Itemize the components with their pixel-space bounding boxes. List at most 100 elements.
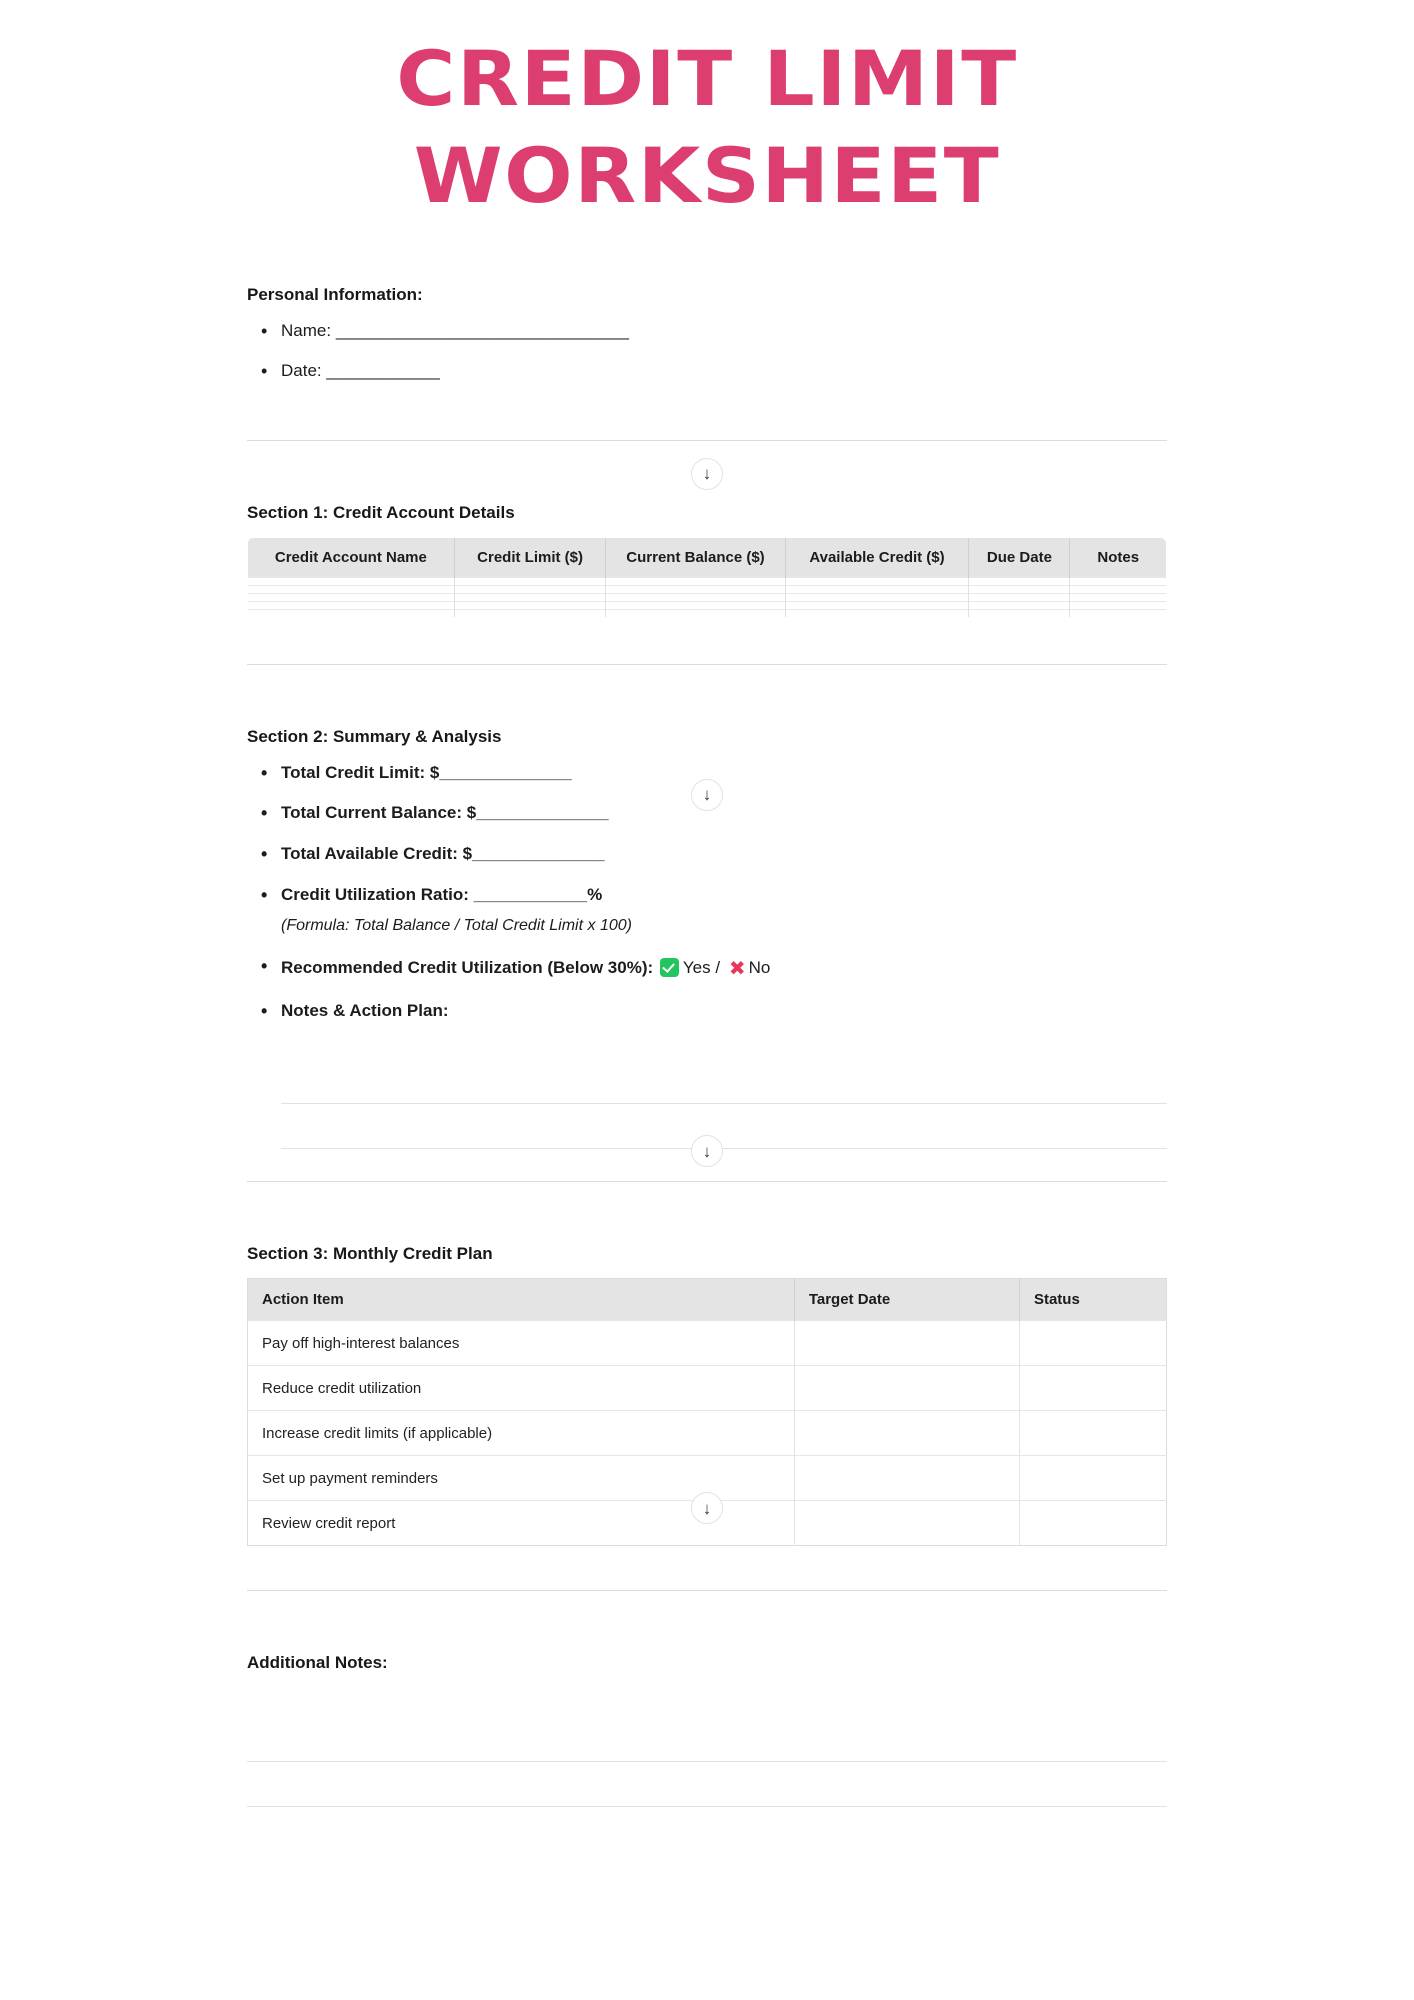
list-item-date: Date: ____________: [247, 358, 1167, 384]
personal-information-list: Name: _______________________________ Da…: [247, 318, 1167, 384]
cell-credit-account-name[interactable]: [248, 600, 455, 610]
cell-available-credit[interactable]: [785, 600, 970, 610]
write-line[interactable]: [247, 1717, 1167, 1763]
notes-action-plan-label: Notes & Action Plan:: [281, 1000, 449, 1020]
divider-line: [247, 1181, 1167, 1183]
cell-available-credit[interactable]: [785, 584, 970, 594]
column-header-action-item: Action Item: [247, 1278, 795, 1321]
scroll-down-arrow-icon-1[interactable]: ↓: [691, 457, 723, 490]
divider-four: [247, 1590, 1167, 1592]
cell-credit-limit[interactable]: [454, 584, 607, 594]
page-title: CREDIT LIMIT WORKSHEET: [396, 34, 1018, 221]
cell-current-balance[interactable]: [605, 576, 786, 586]
scroll-down-arrow-icon-3[interactable]: ↓: [691, 1135, 723, 1168]
total-available-credit-blank[interactable]: ______________: [472, 844, 604, 863]
table-header-row: Credit Account Name Credit Limit ($) Cur…: [248, 537, 1166, 578]
cell-credit-account-name[interactable]: [248, 576, 455, 586]
table-row[interactable]: [248, 592, 1166, 602]
cell-notes[interactable]: [1069, 600, 1166, 610]
cell-notes[interactable]: [1069, 576, 1166, 586]
credit-utilization-formula-note: (Formula: Total Balance / Total Credit L…: [281, 917, 632, 935]
table-row[interactable]: [248, 600, 1166, 610]
cell-credit-account-name[interactable]: [248, 592, 455, 602]
column-header-credit-account-name: Credit Account Name: [248, 537, 455, 578]
cell-target-date[interactable]: [794, 1365, 1020, 1411]
worksheet-page: CREDIT LIMIT WORKSHEET Personal Informat…: [0, 0, 1414, 2000]
cell-credit-limit[interactable]: [454, 608, 607, 617]
section-2-wrap: Section 2: Summary & Analysis ↓ Total Cr…: [247, 727, 1167, 1150]
divider-one: ↓: [247, 439, 1167, 490]
personal-information-heading: Personal Information:: [247, 284, 423, 304]
cross-mark-icon[interactable]: ✖: [729, 954, 746, 983]
scroll-down-arrow-icon-2[interactable]: ↓: [691, 778, 723, 811]
cell-due-date[interactable]: [968, 592, 1071, 602]
cell-target-date[interactable]: [794, 1455, 1020, 1501]
total-current-balance-blank[interactable]: ______________: [476, 803, 608, 822]
column-header-available-credit: Available Credit ($): [785, 537, 970, 578]
cell-notes[interactable]: [1069, 592, 1166, 602]
credit-utilization-ratio-label: Credit Utilization Ratio:: [281, 884, 474, 904]
cell-status[interactable]: [1019, 1365, 1167, 1411]
cell-due-date[interactable]: [968, 600, 1071, 610]
cell-current-balance[interactable]: [605, 592, 786, 602]
total-credit-limit-label: Total Credit Limit: $: [281, 762, 440, 782]
table-row[interactable]: [248, 608, 1166, 617]
cell-status[interactable]: [1019, 1500, 1167, 1546]
credit-account-details-body: [248, 576, 1166, 617]
cell-status[interactable]: [1019, 1455, 1167, 1501]
cell-action-item: Pay off high-interest balances: [247, 1320, 795, 1366]
recommendation-no-label[interactable]: No: [749, 958, 771, 977]
name-field-blank[interactable]: _______________________________: [336, 321, 629, 340]
total-current-balance-label: Total Current Balance: $: [281, 803, 477, 823]
column-header-credit-limit: Credit Limit ($): [454, 537, 607, 578]
cell-current-balance[interactable]: [605, 584, 786, 594]
divider-line: [247, 439, 1167, 441]
total-credit-limit-blank[interactable]: ______________: [439, 763, 571, 782]
cell-credit-limit[interactable]: [454, 592, 607, 602]
recommendation-yes-label[interactable]: Yes: [683, 958, 711, 977]
cell-action-item: Reduce credit utilization: [247, 1365, 795, 1411]
cell-target-date[interactable]: [794, 1410, 1020, 1456]
cell-due-date[interactable]: [968, 608, 1071, 617]
cell-current-balance[interactable]: [605, 608, 786, 617]
list-item-total-available-credit: Total Available Credit: $______________: [247, 841, 1167, 867]
cell-status[interactable]: [1019, 1410, 1167, 1456]
date-field-blank[interactable]: ____________: [326, 361, 439, 380]
cell-target-date[interactable]: [794, 1500, 1020, 1546]
cell-target-date[interactable]: [794, 1320, 1020, 1366]
cell-current-balance[interactable]: [605, 600, 786, 610]
write-line[interactable]: [281, 1059, 1167, 1105]
table-header-row: Action Item Target Date Status: [247, 1278, 1167, 1321]
list-item-name: Name: _______________________________: [247, 318, 1167, 344]
write-line[interactable]: [281, 1104, 1167, 1150]
list-item-notes-action-plan: Notes & Action Plan:: [247, 998, 1167, 1024]
column-header-current-balance: Current Balance ($): [605, 537, 786, 578]
cell-credit-account-name[interactable]: [248, 608, 455, 617]
check-mark-icon[interactable]: [659, 957, 679, 977]
cell-due-date[interactable]: [968, 576, 1071, 586]
table-row[interactable]: [248, 576, 1166, 586]
cell-available-credit[interactable]: [785, 576, 970, 586]
cell-credit-account-name[interactable]: [248, 584, 455, 594]
cell-available-credit[interactable]: [785, 592, 970, 602]
table-row[interactable]: Pay off high-interest balances: [247, 1320, 1167, 1366]
credit-utilization-ratio-blank[interactable]: ____________: [474, 885, 587, 904]
table-row[interactable]: Reduce credit utilization: [247, 1365, 1167, 1411]
cell-status[interactable]: [1019, 1320, 1167, 1366]
cell-notes[interactable]: [1069, 608, 1166, 617]
cell-notes[interactable]: [1069, 584, 1166, 594]
cell-due-date[interactable]: [968, 584, 1071, 594]
credit-utilization-ratio-suffix: %: [587, 884, 603, 904]
table-row[interactable]: [248, 584, 1166, 594]
divider-three: ↓: [247, 1135, 1167, 1183]
date-field-label: Date:: [281, 361, 322, 381]
scroll-down-arrow-icon-4[interactable]: ↓: [691, 1492, 723, 1525]
write-line[interactable]: [247, 1762, 1167, 1808]
cell-available-credit[interactable]: [785, 608, 970, 617]
column-header-notes: Notes: [1069, 537, 1166, 578]
table-row[interactable]: Increase credit limits (if applicable): [247, 1410, 1167, 1456]
cell-credit-limit[interactable]: [454, 600, 607, 610]
cell-credit-limit[interactable]: [454, 576, 607, 586]
